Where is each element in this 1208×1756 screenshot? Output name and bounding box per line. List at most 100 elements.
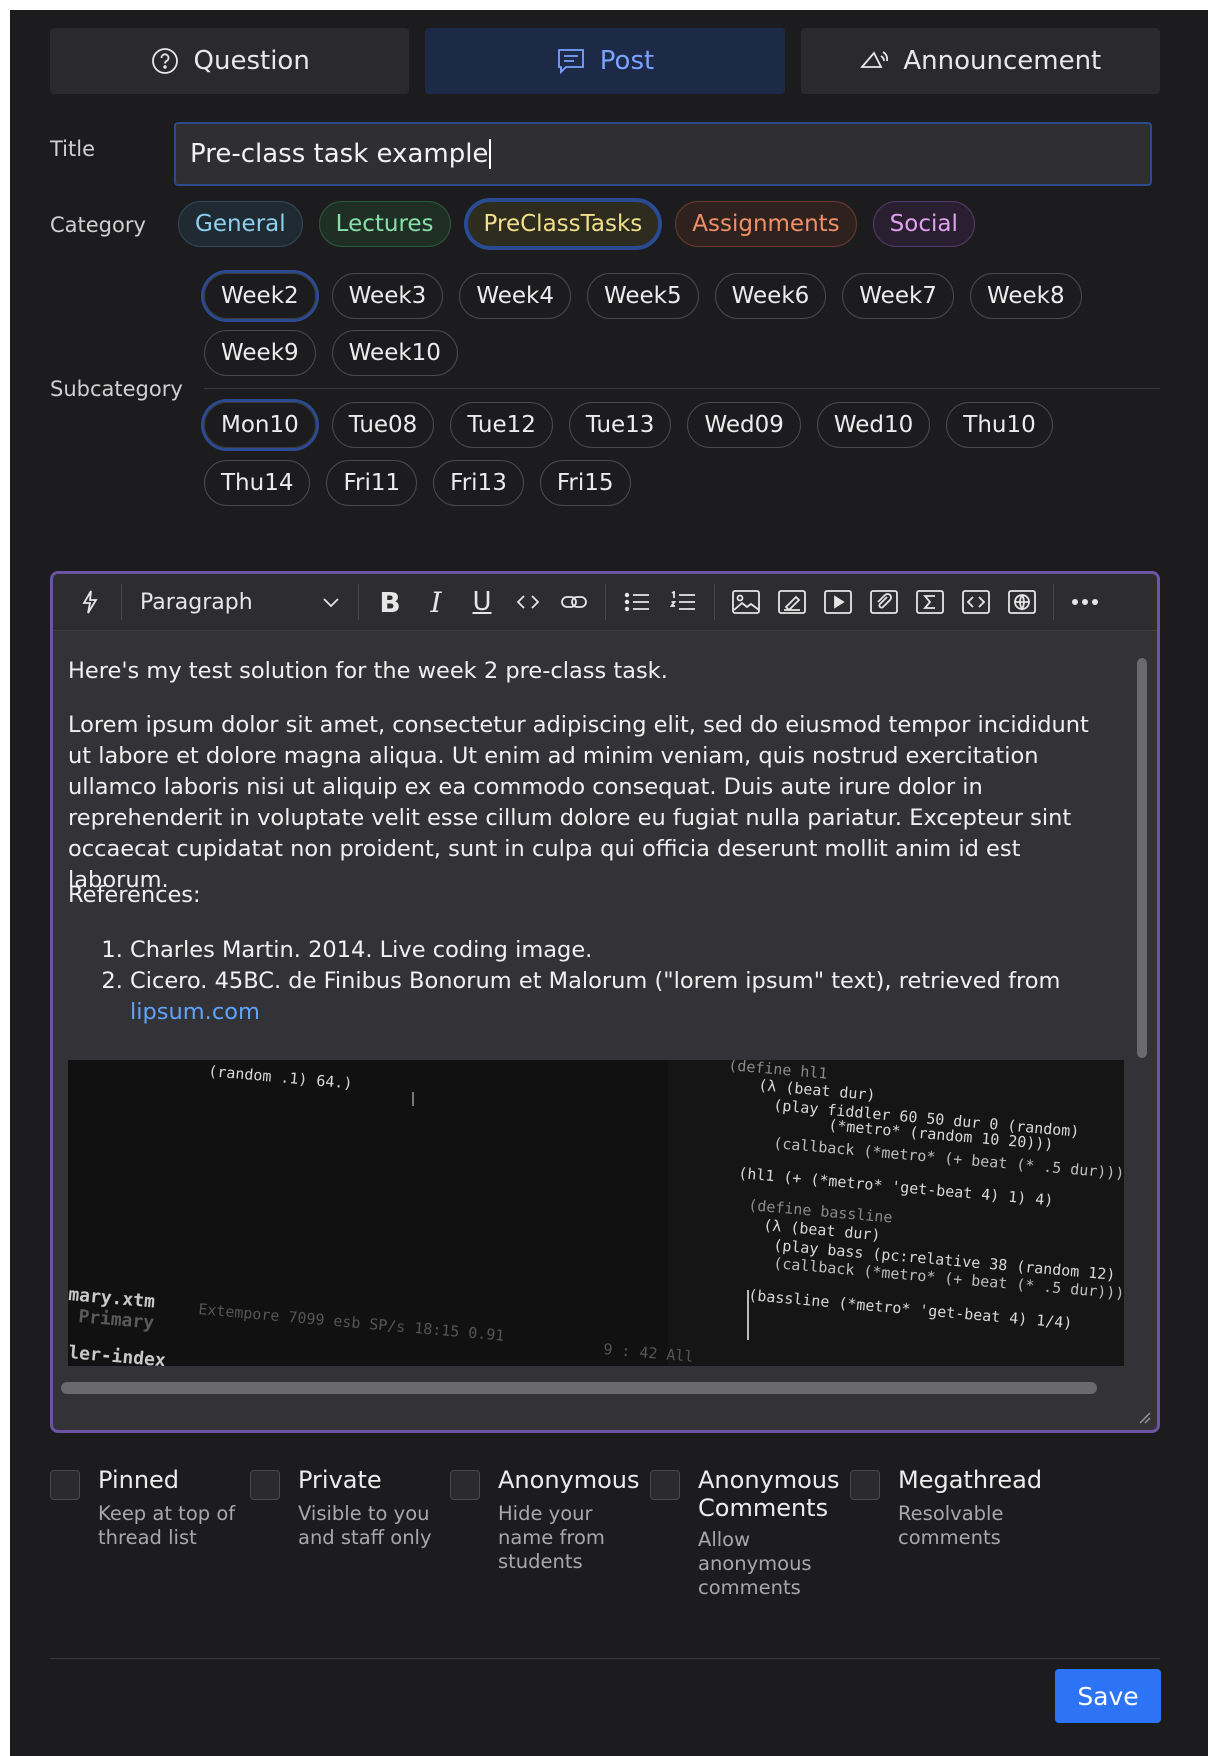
- comment-lines-icon: [557, 49, 584, 75]
- title-input[interactable]: Pre-class task example: [174, 122, 1152, 186]
- pill-label: Week9: [221, 340, 299, 366]
- paragraph-lorem: Lorem ipsum dolor sit amet, consectetur …: [68, 712, 1089, 893]
- pill-label: Week5: [603, 283, 682, 309]
- pill-label: Week4: [476, 283, 554, 309]
- inline-code-button[interactable]: [505, 579, 551, 625]
- italic-button[interactable]: I: [413, 579, 459, 625]
- week-pills-row-1: Week2 Week3 Week4 Week5 Week6 Week7 Week…: [204, 273, 1082, 319]
- resize-handle-icon[interactable]: [1137, 1410, 1151, 1424]
- chevron-down-icon: [323, 598, 339, 608]
- category-label-text: Assignments: [692, 211, 840, 237]
- tab-post[interactable]: Post: [425, 28, 785, 94]
- week-pills-row-2: Week9 Week10: [204, 330, 458, 376]
- subcategory-mon10[interactable]: Mon10: [204, 402, 316, 448]
- insert-code-block-button[interactable]: [953, 579, 999, 625]
- subcategory-week5[interactable]: Week5: [586, 273, 699, 319]
- megathread-checkbox[interactable]: [850, 1470, 880, 1500]
- pill-label: Week8: [986, 283, 1065, 309]
- subcategory-week4[interactable]: Week4: [459, 273, 571, 319]
- quick-actions-button[interactable]: [67, 579, 113, 625]
- subcategory-week8[interactable]: Week8: [969, 273, 1082, 319]
- numbered-list-button[interactable]: [660, 579, 706, 625]
- reference-text: Cicero. 45BC. de Finibus Bonorum et Malo…: [130, 968, 1061, 994]
- toolbar-separator: [714, 584, 715, 620]
- rich-text-editor[interactable]: Paragraph B I U Here's my test solution …: [50, 571, 1160, 1433]
- category-lectures[interactable]: Lectures: [318, 201, 451, 247]
- category-general[interactable]: General: [178, 201, 303, 247]
- category-label-text: General: [195, 211, 286, 237]
- category-label-text: PreClassTasks: [483, 211, 643, 237]
- lightning-icon: [82, 590, 98, 614]
- subcategory-tue13[interactable]: Tue13: [568, 402, 672, 448]
- subcategory-week9[interactable]: Week9: [204, 330, 316, 376]
- option-description: Visible to you and staff only: [298, 1502, 432, 1549]
- subcategory-fri11[interactable]: Fri11: [326, 460, 418, 506]
- subcategory-fri13[interactable]: Fri13: [433, 460, 524, 506]
- references-heading: References:: [68, 882, 201, 908]
- pill-label: Tue13: [585, 412, 655, 438]
- block-format-select[interactable]: Paragraph: [130, 579, 350, 625]
- title-input-value: Pre-class task example: [190, 139, 489, 169]
- subcategory-week10[interactable]: Week10: [331, 330, 458, 376]
- subcategory-week6[interactable]: Week6: [714, 273, 827, 319]
- question-circle-icon: [151, 48, 178, 74]
- pill-label: Thu10: [963, 412, 1036, 438]
- session-pills-row-1: Mon10 Tue08 Tue12 Tue13 Wed09 Wed10 Thu1…: [204, 402, 1053, 448]
- pill-label: Mon10: [221, 412, 299, 438]
- subcategory-thu10[interactable]: Thu10: [946, 402, 1053, 448]
- editor-toolbar: Paragraph B I U: [53, 574, 1157, 631]
- insert-web-button[interactable]: [999, 579, 1045, 625]
- footer-divider: [50, 1658, 1160, 1659]
- insert-video-button[interactable]: [815, 579, 861, 625]
- insert-math-button[interactable]: [907, 579, 953, 625]
- pill-label: Thu14: [221, 470, 294, 496]
- private-checkbox[interactable]: [250, 1470, 280, 1500]
- category-social[interactable]: Social: [872, 201, 975, 247]
- more-horizontal-icon: [1072, 599, 1098, 605]
- insert-image-button[interactable]: [723, 579, 769, 625]
- attach-file-button[interactable]: [861, 579, 907, 625]
- bullet-list-icon: [624, 592, 649, 612]
- subcategory-divider: [204, 388, 1160, 389]
- subcategory-fri15[interactable]: Fri15: [539, 460, 631, 506]
- megaphone-icon: [860, 51, 889, 68]
- anonymous-comments-checkbox[interactable]: [650, 1470, 680, 1500]
- underline-button[interactable]: U: [459, 579, 505, 625]
- tab-post-label: Post: [599, 46, 655, 76]
- pill-label: Wed10: [833, 412, 914, 438]
- block-format-value: Paragraph: [140, 589, 253, 615]
- subcategory-wed09[interactable]: Wed09: [687, 402, 801, 448]
- subcategory-tue08[interactable]: Tue08: [331, 402, 435, 448]
- more-options-button[interactable]: [1062, 579, 1108, 625]
- category-preclasstasks[interactable]: PreClassTasks: [466, 201, 660, 247]
- subcategory-thu14[interactable]: Thu14: [204, 460, 311, 506]
- pinned-checkbox[interactable]: [50, 1470, 80, 1500]
- editor-horizontal-scrollbar[interactable]: [61, 1382, 1097, 1394]
- option-label: Megathread: [898, 1466, 1043, 1494]
- bullet-list-button[interactable]: [614, 579, 660, 625]
- subcategory-week2[interactable]: Week2: [204, 273, 316, 319]
- references-list: Charles Martin. 2014. Live coding image.…: [68, 935, 1120, 1028]
- option-description: Keep at top of thread list: [98, 1502, 236, 1549]
- editor-vertical-scrollbar[interactable]: [1137, 658, 1147, 1058]
- reference-text: Charles Martin. 2014. Live coding image.: [130, 937, 593, 963]
- subcategory-tue12[interactable]: Tue12: [450, 402, 553, 448]
- category-label-text: Lectures: [335, 211, 434, 237]
- tab-question-label: Question: [193, 46, 310, 76]
- subcategory-week3[interactable]: Week3: [331, 273, 444, 319]
- tab-announcement[interactable]: Announcement: [800, 28, 1160, 94]
- category-assignments[interactable]: Assignments: [675, 201, 857, 247]
- toolbar-separator: [1053, 584, 1054, 620]
- subcategory-wed10[interactable]: Wed10: [816, 402, 931, 448]
- option-description: Resolvable comments: [898, 1502, 1004, 1549]
- bold-button[interactable]: B: [367, 579, 413, 625]
- tab-question[interactable]: Question: [50, 28, 410, 94]
- anonymous-checkbox[interactable]: [450, 1470, 480, 1500]
- subcategory-week7[interactable]: Week7: [842, 273, 954, 319]
- save-button[interactable]: Save: [1055, 1669, 1161, 1723]
- post-type-tabs: Question Post Announcement: [50, 28, 1160, 94]
- insert-drawing-button[interactable]: [769, 579, 815, 625]
- link-button[interactable]: [551, 579, 597, 625]
- lipsum-link[interactable]: lipsum.com: [130, 999, 260, 1025]
- editor-content[interactable]: Here's my test solution for the week 2 p…: [68, 630, 1130, 1400]
